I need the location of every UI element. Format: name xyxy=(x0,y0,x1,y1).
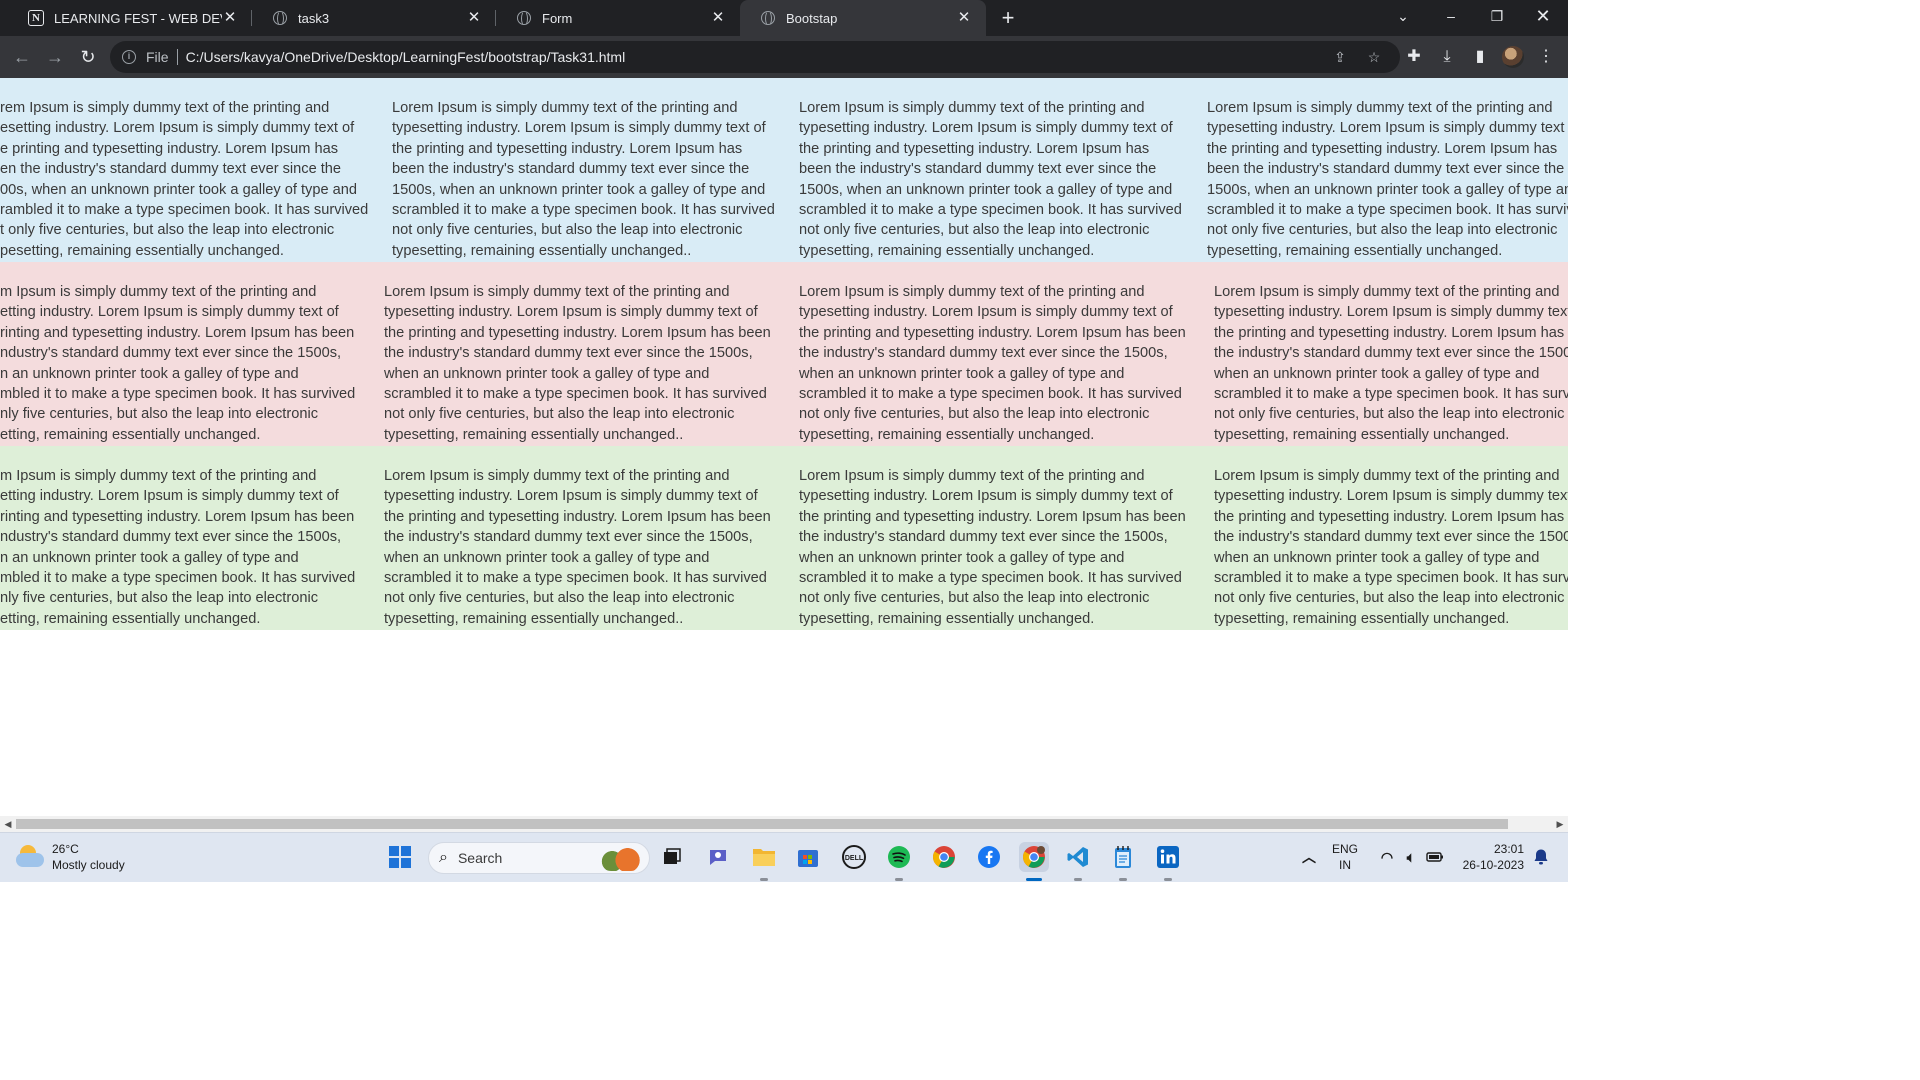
battery-icon[interactable] xyxy=(1420,842,1450,872)
new-tab-button[interactable]: + xyxy=(996,6,1020,30)
windows-start-icon[interactable] xyxy=(385,842,415,872)
url-scheme: File xyxy=(146,49,169,65)
notion-icon: N xyxy=(28,10,44,26)
region-code: IN xyxy=(1339,858,1351,872)
microsoft-store-icon[interactable] xyxy=(793,842,823,872)
text-column: m Ipsum is simply dummy text of the prin… xyxy=(0,284,356,443)
profile-avatar[interactable] xyxy=(1502,46,1524,68)
taskbar-search-box[interactable]: ⌕ Search xyxy=(428,842,650,874)
text-column: Lorem Ipsum is simply dummy text of the … xyxy=(384,468,771,627)
scroll-left-arrow-icon[interactable]: ◀ xyxy=(0,816,16,832)
text-column: Lorem Ipsum is simply dummy text of the … xyxy=(799,284,1186,443)
text-column: Lorem Ipsum is simply dummy text of the … xyxy=(1207,100,1568,259)
weather-temp: 26°C xyxy=(52,842,79,856)
text-column: Lorem Ipsum is simply dummy text of the … xyxy=(799,468,1186,627)
notification-bell-icon[interactable] xyxy=(1526,842,1556,872)
url-divider xyxy=(176,49,178,65)
page-viewport: rem Ipsum is simply dummy text of the pr… xyxy=(0,78,1568,816)
weather-widget[interactable]: 26°C Mostly cloudy xyxy=(16,841,125,873)
file-explorer-icon[interactable] xyxy=(749,842,779,872)
text-column: Lorem Ipsum is simply dummy text of the … xyxy=(799,100,1182,259)
tab-learning-fest[interactable]: N LEARNING FEST - WEB DEVELOP ✕ xyxy=(8,0,252,36)
search-placeholder: Search xyxy=(457,850,503,866)
windows-taskbar: 26°C Mostly cloudy ⌕ Search DELL ︿ ENG I… xyxy=(0,832,1568,882)
close-tab-icon[interactable]: ✕ xyxy=(222,10,238,26)
text-column: rem Ipsum is simply dummy text of the pr… xyxy=(0,100,369,259)
info-icon[interactable]: i xyxy=(122,50,136,64)
download-icon[interactable]: ⤓ xyxy=(1435,45,1459,69)
horizontal-scrollbar[interactable]: ◀ ▶ xyxy=(0,816,1568,832)
svg-text:DELL: DELL xyxy=(845,855,864,862)
globe-icon xyxy=(516,10,532,26)
spotify-icon[interactable] xyxy=(884,842,914,872)
chat-icon[interactable] xyxy=(703,842,733,872)
menu-kebab-icon[interactable]: ⋮ xyxy=(1534,45,1558,69)
tab-task3[interactable]: task3 ✕ xyxy=(252,0,496,36)
search-icon: ⌕ xyxy=(439,849,448,866)
extensions-icon[interactable]: ✚ xyxy=(1402,45,1426,69)
notepad-icon[interactable] xyxy=(1108,842,1138,872)
close-tab-icon[interactable]: ✕ xyxy=(956,10,972,26)
close-tab-icon[interactable]: ✕ xyxy=(710,10,726,26)
text-column: Lorem Ipsum is simply dummy text of the … xyxy=(1214,284,1568,443)
restore-button[interactable]: ❐ xyxy=(1474,0,1520,32)
minimize-button[interactable]: – xyxy=(1428,0,1474,32)
row-pink: m Ipsum is simply dummy text of the prin… xyxy=(0,262,1568,446)
tab-title: task3 xyxy=(298,10,330,26)
text-column: m Ipsum is simply dummy text of the prin… xyxy=(0,468,356,627)
chrome-icon[interactable] xyxy=(929,842,959,872)
chrome-profile-icon[interactable] xyxy=(1019,842,1049,872)
dell-icon[interactable]: DELL xyxy=(839,842,869,872)
linkedin-icon[interactable] xyxy=(1153,842,1183,872)
tab-title: Form xyxy=(542,10,573,26)
active-app-indicator xyxy=(1026,878,1042,881)
globe-icon xyxy=(272,10,288,26)
close-tab-icon[interactable]: ✕ xyxy=(466,10,482,26)
tab-form[interactable]: Form ✕ xyxy=(496,0,740,36)
text-column: Lorem Ipsum is simply dummy text of the … xyxy=(1214,468,1568,627)
browser-tab-strip: N LEARNING FEST - WEB DEVELOP ✕ task3 ✕ … xyxy=(0,0,1568,36)
forward-arrow-icon[interactable]: → xyxy=(41,43,69,71)
share-icon[interactable]: ⇪ xyxy=(1332,49,1348,65)
scrollbar-thumb[interactable] xyxy=(16,819,1508,829)
scroll-right-arrow-icon[interactable]: ▶ xyxy=(1552,816,1568,832)
text-column: Lorem Ipsum is simply dummy text of the … xyxy=(384,284,771,443)
running-indicator xyxy=(760,878,768,881)
language-indicator[interactable]: ENG IN xyxy=(1332,841,1358,873)
running-indicator xyxy=(1164,878,1172,881)
tab-title: Bootstap xyxy=(786,10,838,26)
close-window-button[interactable]: ✕ xyxy=(1520,0,1566,32)
system-clock[interactable]: 23:01 26-10-2023 xyxy=(1458,841,1524,873)
clock-time: 23:01 xyxy=(1493,842,1524,856)
chevron-up-icon[interactable]: ︿ xyxy=(1294,842,1324,872)
running-indicator xyxy=(1074,878,1082,881)
row-green: m Ipsum is simply dummy text of the prin… xyxy=(0,446,1568,630)
tab-title: LEARNING FEST - WEB DEVELOP xyxy=(54,10,222,26)
language-code: ENG xyxy=(1332,842,1359,856)
row-blue: rem Ipsum is simply dummy text of the pr… xyxy=(0,78,1568,262)
facebook-icon[interactable] xyxy=(974,842,1004,872)
search-highlight-art-icon xyxy=(599,847,643,871)
weather-cloud-icon xyxy=(16,845,44,869)
text-column: Lorem Ipsum is simply dummy text of the … xyxy=(392,100,775,259)
task-view-icon[interactable] xyxy=(657,842,687,872)
tab-search-chevron-icon[interactable]: ⌄ xyxy=(1380,0,1426,32)
side-panel-icon[interactable]: ▮ xyxy=(1468,45,1492,69)
globe-icon xyxy=(760,10,776,26)
running-indicator xyxy=(895,878,903,881)
clock-date: 26-10-2023 xyxy=(1462,858,1524,872)
running-indicator xyxy=(1119,878,1127,881)
back-arrow-icon[interactable]: ← xyxy=(8,43,36,71)
tab-bootstap[interactable]: Bootstap ✕ xyxy=(740,0,986,36)
url-text[interactable]: C:/Users/kavya/OneDrive/Desktop/Learning… xyxy=(186,49,626,65)
reload-icon[interactable]: ↻ xyxy=(74,43,102,71)
bookmark-star-icon[interactable]: ☆ xyxy=(1366,49,1382,65)
browser-toolbar: ← → ↻ i File C:/Users/kavya/OneDrive/Des… xyxy=(0,36,1568,78)
vscode-icon[interactable] xyxy=(1063,842,1093,872)
weather-condition: Mostly cloudy xyxy=(52,858,125,872)
address-bar[interactable]: i File C:/Users/kavya/OneDrive/Desktop/L… xyxy=(110,41,1400,73)
